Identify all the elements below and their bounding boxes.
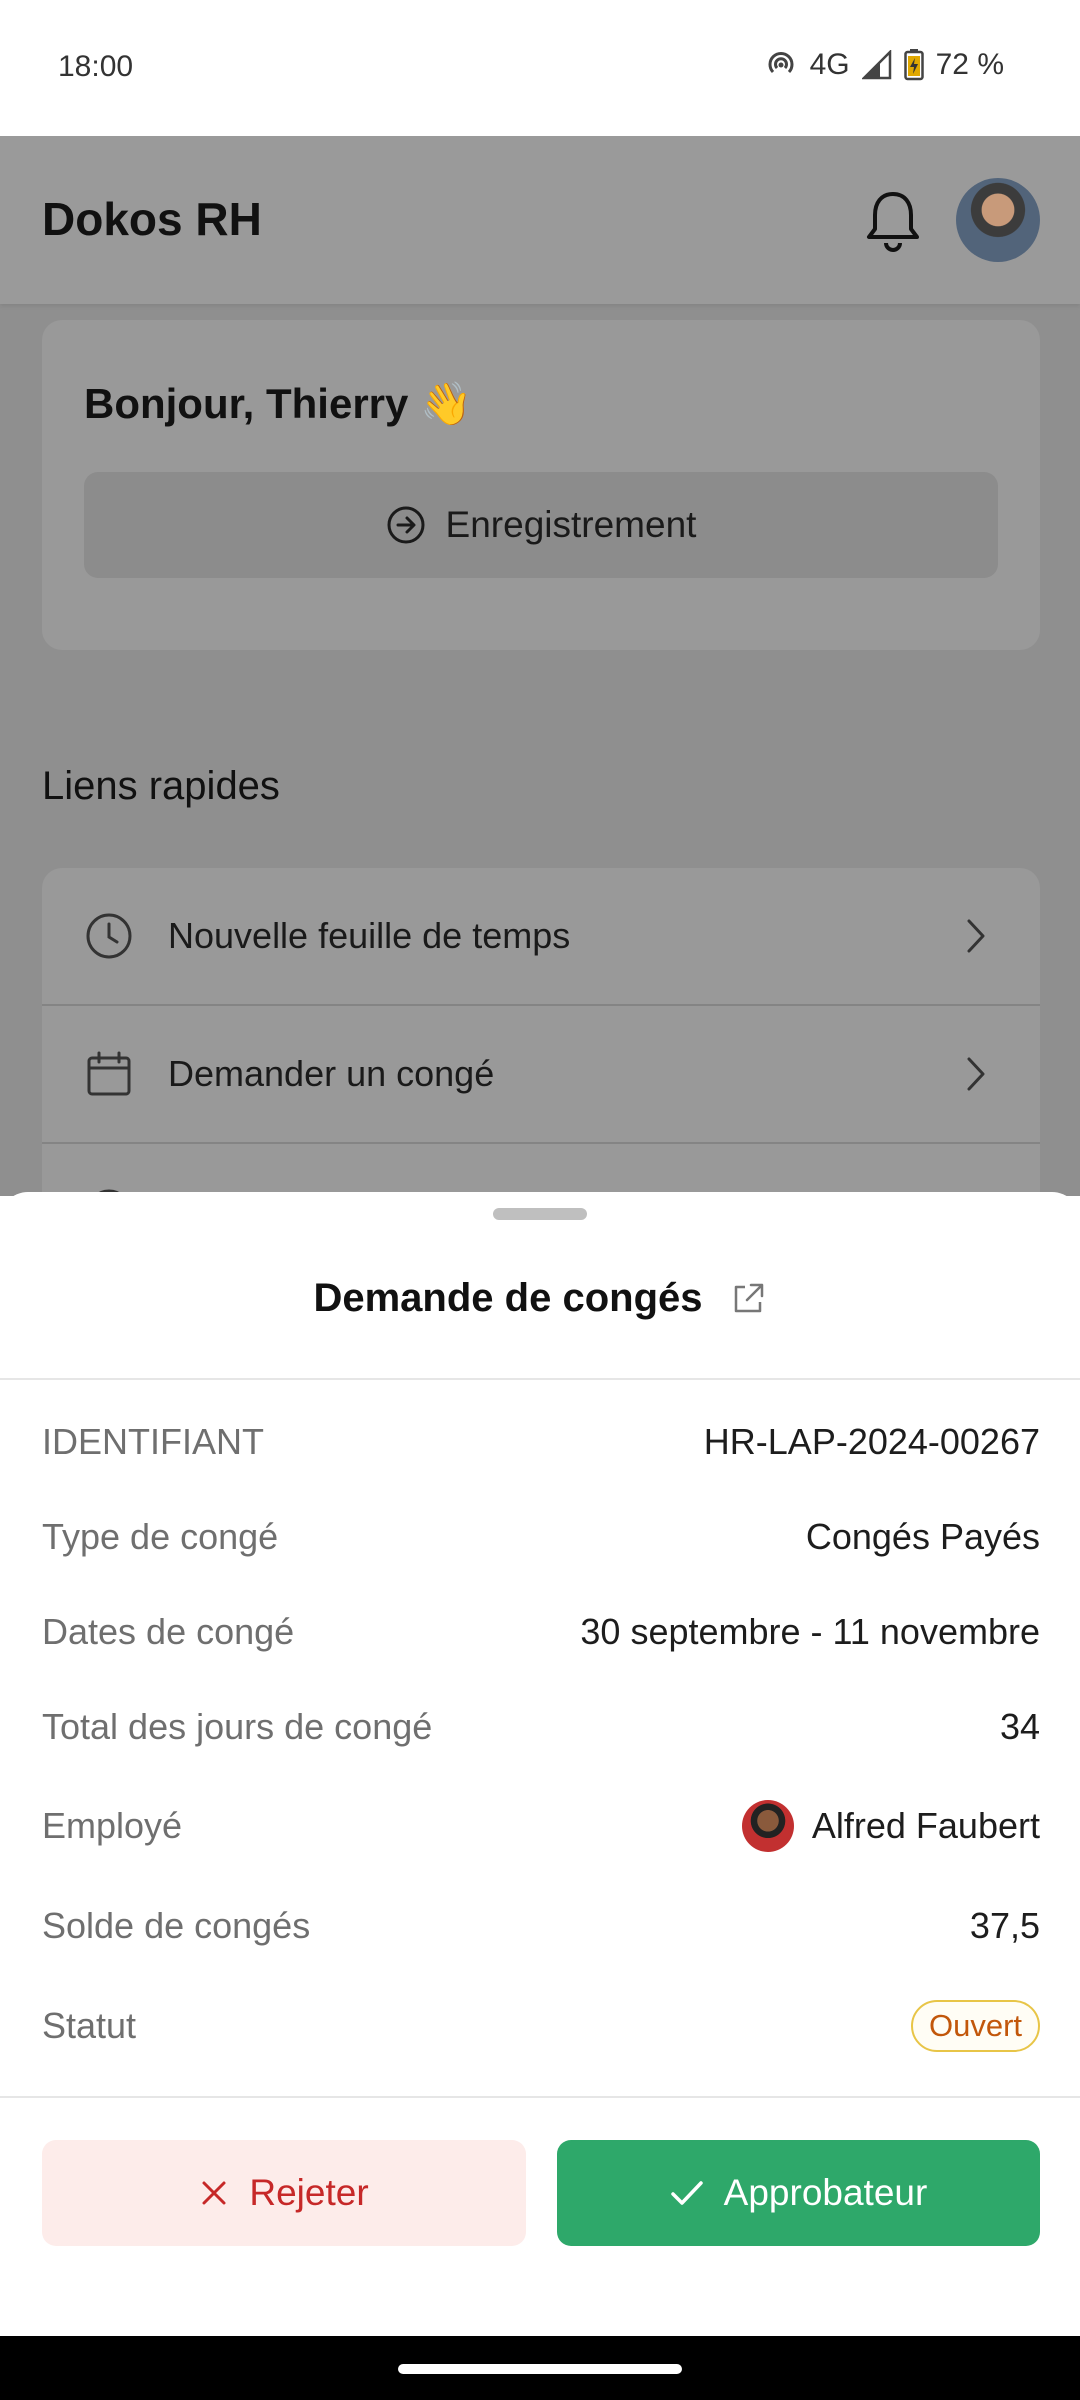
greeting-text: Bonjour, Thierry 👋 — [84, 380, 473, 427]
signal-icon — [861, 50, 891, 80]
chevron-right-icon — [967, 919, 985, 953]
home-gesture-handle[interactable] — [398, 2364, 682, 2374]
employee-avatar — [741, 1800, 794, 1852]
approve-button[interactable]: Approbateur — [557, 2140, 1040, 2246]
field-status: Statut Ouvert — [42, 1996, 1040, 2056]
app-header: Dokos RH — [0, 136, 1080, 304]
field-employee: Employé Alfred Faubert — [42, 1796, 1040, 1856]
field-label: Dates de congé — [42, 1611, 295, 1652]
external-link-icon[interactable] — [729, 1280, 767, 1318]
field-value: Congés Payés — [805, 1516, 1040, 1557]
quick-link-timesheet[interactable]: Nouvelle feuille de temps — [42, 868, 1040, 1006]
clock-icon — [86, 913, 132, 959]
network-type: 4G — [809, 48, 850, 81]
checkin-label: Enregistrement — [445, 504, 697, 545]
field-value: HR-LAP-2024-00267 — [703, 1421, 1040, 1462]
field-value: 30 septembre - 11 novembre — [580, 1611, 1040, 1652]
notification-bell-icon[interactable] — [862, 188, 924, 254]
field-id: IDENTIFIANT HR-LAP-2024-00267 — [42, 1412, 1040, 1472]
status-bar: 18:00 4G 72 % — [0, 0, 1080, 136]
quick-link-leave-request[interactable]: Demander un congé — [42, 1006, 1040, 1144]
quick-link-partial — [42, 1144, 1040, 1196]
reject-label: Rejeter — [249, 2172, 369, 2213]
chevron-right-icon — [967, 1057, 985, 1091]
sheet-drag-handle[interactable] — [493, 1208, 587, 1220]
employee-value[interactable]: Alfred Faubert — [741, 1800, 1040, 1852]
hotspot-icon — [768, 52, 794, 74]
arrow-circle-right-icon — [387, 506, 425, 544]
greeting-card: Bonjour, Thierry 👋 Enregistrement — [42, 320, 1040, 650]
status-badge: Ouvert — [910, 2000, 1040, 2052]
leave-request-sheet: Demande de congés IDENTIFIANT HR-LAP-202… — [0, 1192, 1080, 2336]
sheet-title: Demande de congés — [313, 1276, 703, 1320]
field-value: 37,5 — [969, 1905, 1040, 1946]
checkin-button[interactable]: Enregistrement — [84, 472, 998, 578]
app-title: Dokos RH — [42, 193, 262, 245]
approve-label: Approbateur — [723, 2172, 928, 2213]
field-label: Employé — [42, 1805, 183, 1846]
quick-link-label: Demander un congé — [168, 1053, 495, 1094]
field-label: Statut — [42, 2005, 137, 2046]
employee-name: Alfred Faubert — [811, 1805, 1040, 1846]
user-avatar[interactable] — [956, 178, 1040, 262]
quick-links-list: Nouvelle feuille de temps Demander un co… — [42, 868, 1040, 1196]
battery-level: 72 % — [935, 48, 1004, 81]
quick-links-title: Liens rapides — [42, 764, 280, 808]
system-nav-bar — [0, 2336, 1080, 2400]
field-value: 34 — [999, 1706, 1040, 1747]
divider — [0, 2096, 1080, 2098]
field-leave-type: Type de congé Congés Payés — [42, 1507, 1040, 1567]
field-balance: Solde de congés 37,5 — [42, 1896, 1040, 1956]
field-dates: Dates de congé 30 septembre - 11 novembr… — [42, 1602, 1040, 1662]
field-label: Type de congé — [42, 1516, 279, 1557]
field-total-days: Total des jours de congé 34 — [42, 1697, 1040, 1757]
close-icon — [202, 2181, 226, 2205]
sheet-header: Demande de congés — [0, 1276, 1080, 1321]
status-time: 18:00 — [58, 50, 134, 83]
app-background: Dokos RH Bonjour, Thierry 👋 Enregistreme… — [0, 136, 1080, 1196]
field-label: Solde de congés — [42, 1905, 311, 1946]
calendar-icon — [87, 1051, 131, 1096]
quick-link-label: Nouvelle feuille de temps — [168, 915, 571, 956]
divider — [0, 1378, 1080, 1380]
battery-icon — [903, 49, 924, 81]
check-icon — [670, 2181, 703, 2205]
field-label: Total des jours de congé — [42, 1706, 433, 1747]
reject-button[interactable]: Rejeter — [42, 2140, 526, 2246]
field-label: IDENTIFIANT — [42, 1421, 264, 1462]
status-icons: 4G 72 % — [764, 48, 1004, 82]
